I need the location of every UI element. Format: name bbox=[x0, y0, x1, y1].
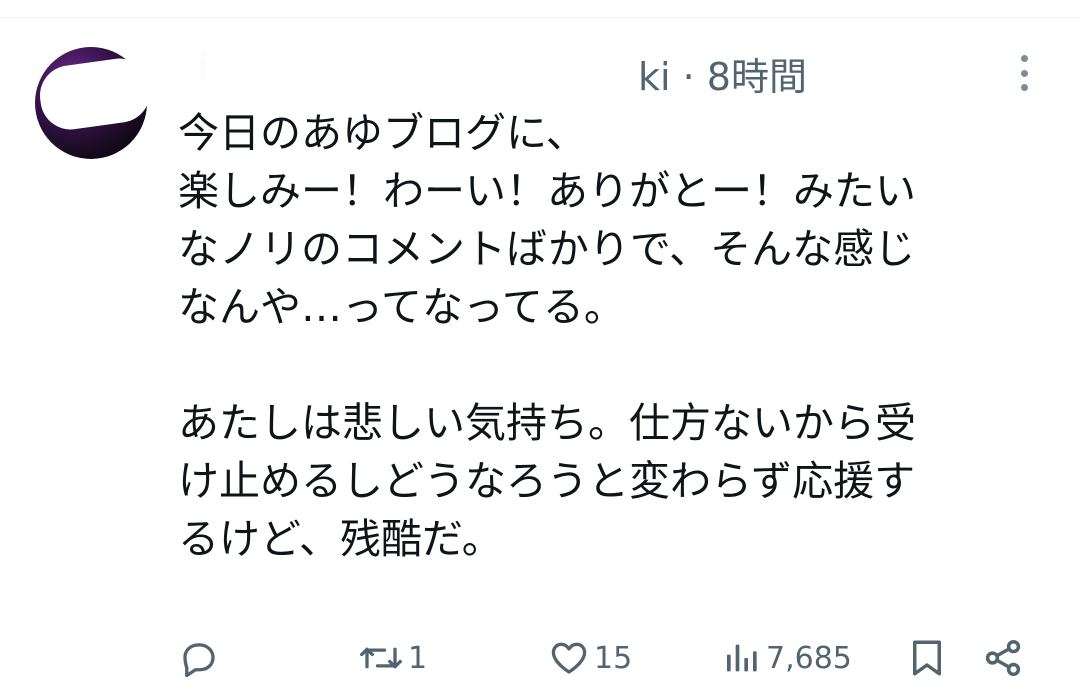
tweet-header: ilk gan mil ann ki · 8時間 bbox=[178, 44, 998, 100]
action-bar: 1 15 7,685 bbox=[0, 630, 1080, 686]
heart-icon bbox=[548, 637, 590, 679]
retweet-count: 1 bbox=[408, 640, 428, 676]
views-count: 7,685 bbox=[766, 640, 852, 676]
reply-button[interactable] bbox=[178, 630, 224, 686]
name-redaction bbox=[178, 52, 638, 94]
tweet-text: 今日のあゆブログに、 楽しみー！わーい！ありがとー！みたい なノリのコメントばか… bbox=[178, 104, 1028, 568]
share-icon bbox=[982, 637, 1024, 679]
like-count: 15 bbox=[594, 640, 633, 676]
top-divider bbox=[0, 17, 1080, 18]
share-button[interactable] bbox=[982, 630, 1024, 686]
retweet-button[interactable]: 1 bbox=[358, 630, 427, 686]
bookmark-icon bbox=[906, 637, 948, 679]
handle-and-timestamp[interactable]: ki · 8時間 bbox=[638, 46, 807, 101]
reply-icon bbox=[178, 637, 220, 679]
bookmark-button[interactable] bbox=[906, 630, 948, 686]
retweet-icon bbox=[358, 637, 404, 679]
views-chart-icon bbox=[722, 637, 762, 679]
tweet-paragraph-1: 今日のあゆブログに、 楽しみー！わーい！ありがとー！みたい なノリのコメントばか… bbox=[178, 109, 916, 331]
more-dots-icon[interactable] bbox=[1012, 55, 1036, 91]
views-button[interactable]: 7,685 bbox=[722, 630, 852, 686]
tweet-paragraph-2: あたしは悲しい気持ち。仕方ないから受 け止めるしどうなろうと変わらず応援す るけ… bbox=[178, 399, 916, 563]
like-button[interactable]: 15 bbox=[548, 630, 632, 686]
